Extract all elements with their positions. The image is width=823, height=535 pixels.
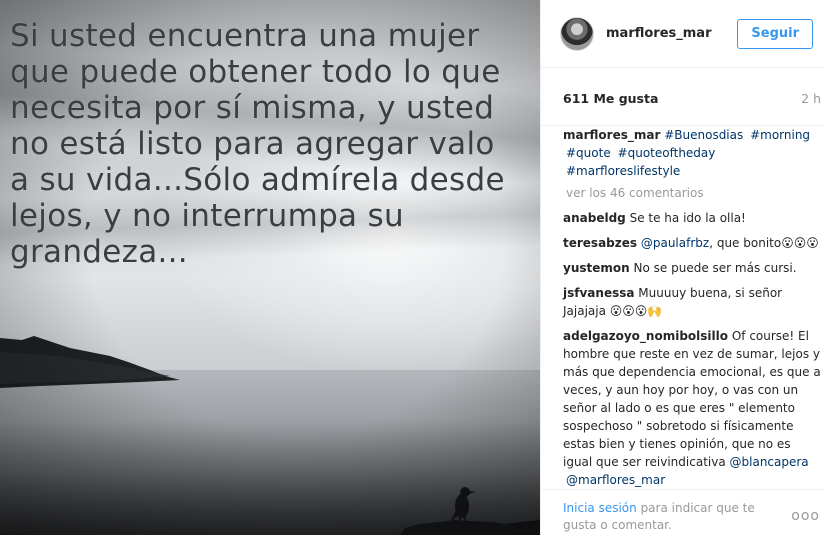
comment-mention-link[interactable]: @blancapera — [730, 455, 809, 469]
login-link[interactable]: Inicia sesión — [563, 501, 637, 515]
avatar[interactable] — [560, 16, 594, 51]
hashtag-link[interactable]: #marfloreslifestyle — [566, 164, 680, 178]
post-footer: Inicia sesión para indicar que te gusta … — [541, 489, 823, 535]
follow-button[interactable]: Seguir — [737, 19, 813, 49]
comment: jsfvanessa Muuuuy buena, si señor Jajaja… — [563, 284, 821, 320]
caption: marflores_mar #Buenosdias #morning #quot… — [563, 126, 821, 180]
post-quote-text: Si usted encuentra una mujer que puede o… — [10, 18, 505, 270]
comment-username[interactable]: adelgazoyo_nomibolsillo — [563, 329, 728, 343]
comment-text: Of course! El hombre que reste en vez de… — [563, 329, 821, 469]
post-time[interactable]: 2 h — [801, 91, 821, 106]
likes-count[interactable]: 611 Me gusta — [563, 91, 658, 106]
hashtag-link[interactable]: #Buenosdias — [664, 128, 743, 142]
comment-text: , que bonito😮😮😮 — [709, 236, 819, 250]
post-side-panel: marflores_mar Seguir 611 Me gusta 2 h ma… — [540, 0, 823, 535]
author-username[interactable]: marflores_mar — [606, 26, 712, 41]
comment-mention-link[interactable]: @paulafrbz — [641, 236, 709, 250]
comment: yustemon No se puede ser más cursi. — [563, 259, 821, 277]
hashtag-link[interactable]: #quoteoftheday — [618, 146, 716, 160]
comment-mention-link[interactable]: @marflores_mar — [566, 473, 665, 487]
ellipsis-icon[interactable]: ooo — [791, 508, 820, 525]
comment-text: No se puede ser más cursi. — [633, 261, 797, 275]
caption-username[interactable]: marflores_mar — [563, 128, 660, 142]
comment: anabeldg Se te ha ido la olla! — [563, 209, 821, 227]
comments-section: marflores_mar #Buenosdias #morning #quot… — [563, 126, 821, 496]
hashtag-link[interactable]: #morning — [750, 128, 810, 142]
comment-username[interactable]: anabeldg — [563, 211, 626, 225]
comment-username[interactable]: yustemon — [563, 261, 630, 275]
comment: adelgazoyo_nomibolsillo Of course! El ho… — [563, 327, 821, 489]
hashtag-link[interactable]: #quote — [566, 146, 611, 160]
comment-username[interactable]: jsfvanessa — [563, 286, 634, 300]
post-header: marflores_mar Seguir — [541, 0, 823, 68]
post-photo[interactable]: Si usted encuentra una mujer que puede o… — [0, 0, 540, 535]
comment: teresabzes @paulafrbz, que bonito😮😮😮 — [563, 234, 821, 252]
view-more-comments-link[interactable]: ver los 46 comentarios — [566, 184, 821, 202]
comment-username[interactable]: teresabzes — [563, 236, 637, 250]
comment-text: Se te ha ido la olla! — [629, 211, 746, 225]
likes-row: 611 Me gusta 2 h — [541, 68, 823, 126]
instagram-post-page: Si usted encuentra una mujer que puede o… — [0, 0, 823, 535]
